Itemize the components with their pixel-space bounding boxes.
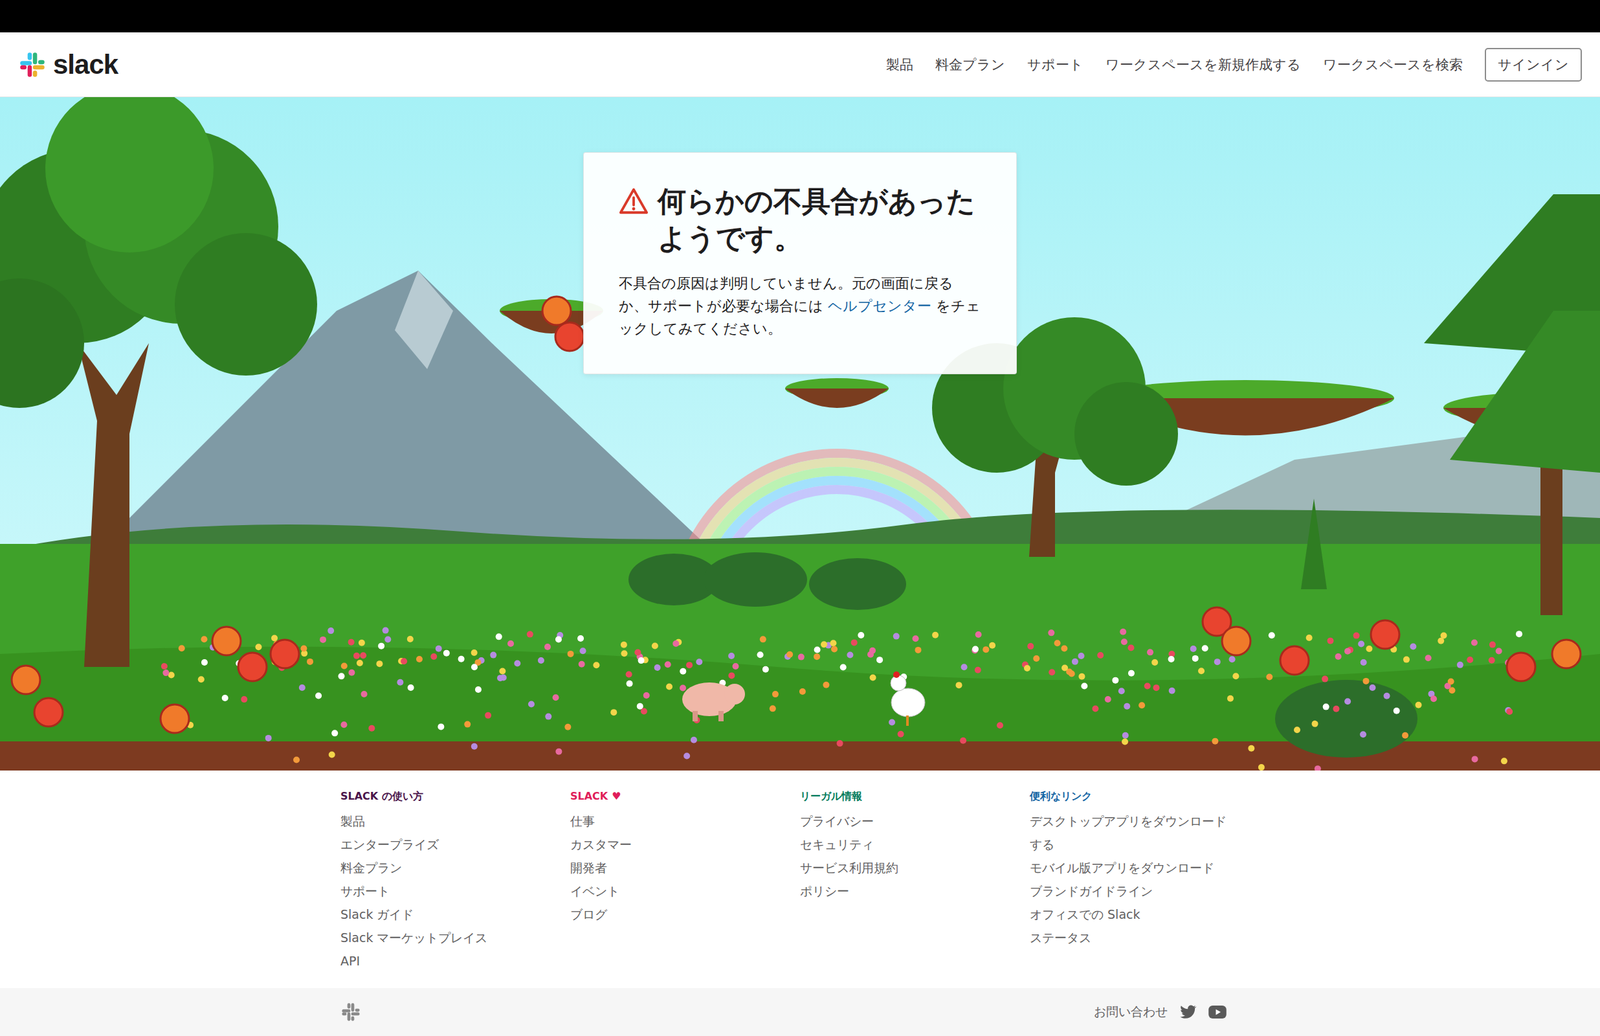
footer-heading: 便利なリンク xyxy=(1029,788,1260,804)
footer-link[interactable]: Slack マーケットプレイス xyxy=(340,925,548,949)
browser-top-bar xyxy=(0,0,1600,33)
footer-link[interactable]: 開発者 xyxy=(570,855,778,879)
nav: 製品 料金プラン サポート ワークスペースを新規作成する ワークスペースを検索 サインイン xyxy=(886,47,1582,82)
error-message: 不具合の原因は判明していません。元の画面に戻るか、サポートが必要な場合には ヘル… xyxy=(618,271,982,340)
pine-tree xyxy=(1300,194,1600,615)
nav-item[interactable]: 料金プラン xyxy=(935,55,1006,74)
bottom-links: お問い合わせ xyxy=(1093,1001,1260,1022)
nav-item[interactable]: ワークスペースを新規作成する xyxy=(1105,55,1301,74)
footer-link[interactable]: 料金プラン xyxy=(340,855,548,879)
error-card: 何らかの不具合があったようです。不具合の原因は判明していません。元の画面に戻るか… xyxy=(583,152,1017,375)
mountain xyxy=(97,270,1600,551)
contact-link[interactable]: お問い合わせ xyxy=(1093,1003,1168,1021)
footer-link[interactable]: 製品 xyxy=(340,809,548,833)
footer-column: SLACK♥ 仕事カスタマー開発者イベントブログ xyxy=(570,788,800,973)
footer-link[interactable]: エンタープライズ xyxy=(340,832,548,856)
footer-link[interactable]: デスクトップアプリをダウンロードする xyxy=(1029,809,1237,856)
footer-link[interactable]: 仕事 xyxy=(570,809,778,833)
footer-column: SLACK の使い方製品エンタープライズ料金プランサポートSlack ガイドSl… xyxy=(340,788,571,973)
help-center-link[interactable]: ヘルプセンター xyxy=(827,297,932,314)
footer: SLACK の使い方製品エンタープライズ料金プランサポートSlack ガイドSl… xyxy=(0,770,1600,988)
signin-button[interactable]: サインイン xyxy=(1484,47,1582,82)
pig xyxy=(682,682,745,722)
footer-column: リーガル情報プライバシーセキュリティサービス利用規約ポリシー xyxy=(800,788,1030,973)
footer-heading: リーガル情報 xyxy=(800,788,1030,804)
footer-link[interactable]: セキュリティ xyxy=(800,832,1008,856)
page: slack製品料金プランサポートワークスペースを新規作成するワークスペースを検索… xyxy=(0,0,1600,1036)
error-title: 何らかの不具合があったようです。 xyxy=(657,182,982,257)
slack-mark-icon[interactable] xyxy=(340,1001,362,1023)
footer-link[interactable]: API xyxy=(340,948,548,973)
footer-link[interactable]: プライバシー xyxy=(800,809,1008,833)
nav-item[interactable]: ワークスペースを検索 xyxy=(1322,55,1463,74)
bottom-bar: お問い合わせ xyxy=(0,987,1600,1036)
nav-item[interactable]: サポート xyxy=(1027,55,1084,74)
logo[interactable]: slack xyxy=(18,49,118,81)
footer-link[interactable]: ポリシー xyxy=(800,878,1008,903)
tree-left xyxy=(0,97,318,667)
chicken xyxy=(890,671,925,726)
nav-item[interactable]: 製品 xyxy=(886,55,914,74)
slack-logo-icon xyxy=(18,50,47,79)
bottom-bar-inner: お問い合わせ xyxy=(340,987,1260,1036)
twitter-icon[interactable] xyxy=(1177,1001,1198,1022)
youtube-icon[interactable] xyxy=(1207,1001,1228,1022)
footer-link[interactable]: ブランドガイドライン xyxy=(1029,878,1237,903)
bushes xyxy=(628,552,1418,758)
footer-link[interactable]: サービス利用規約 xyxy=(800,855,1008,879)
footer-columns: SLACK の使い方製品エンタープライズ料金プランサポートSlack ガイドSl… xyxy=(0,788,1600,973)
heart-icon: ♥ xyxy=(611,789,621,802)
footer-link[interactable]: Slack ガイド xyxy=(340,902,548,926)
footer-link[interactable]: カスタマー xyxy=(570,832,778,856)
footer-column: 便利なリンクデスクトップアプリをダウンロードするモバイル版アプリをダウンロードブ… xyxy=(1029,788,1260,973)
footer-link[interactable]: サポート xyxy=(340,878,548,903)
warning-icon xyxy=(618,186,649,217)
footer-link[interactable]: モバイル版アプリをダウンロード xyxy=(1029,855,1237,879)
header: slack 製品 料金プラン サポート ワークスペースを新規作成する ワークスペースを検索… xyxy=(0,32,1600,98)
error-title-row: 何らかの不具合があったようです。 xyxy=(618,182,982,257)
footer-link[interactable]: ブログ xyxy=(570,902,778,926)
hero: 何らかの不具合があったようです。不具合の原因は判明していません。元の画面に戻るか… xyxy=(0,97,1600,771)
footer-link[interactable]: イベント xyxy=(570,878,778,903)
footer-link[interactable]: オフィスでの Slack xyxy=(1029,902,1237,926)
footer-heading: SLACK の使い方 xyxy=(340,788,571,804)
logo-text: slack xyxy=(53,49,118,81)
footer-link[interactable]: ステータス xyxy=(1029,925,1237,949)
footer-heading: SLACK♥ xyxy=(570,788,800,804)
